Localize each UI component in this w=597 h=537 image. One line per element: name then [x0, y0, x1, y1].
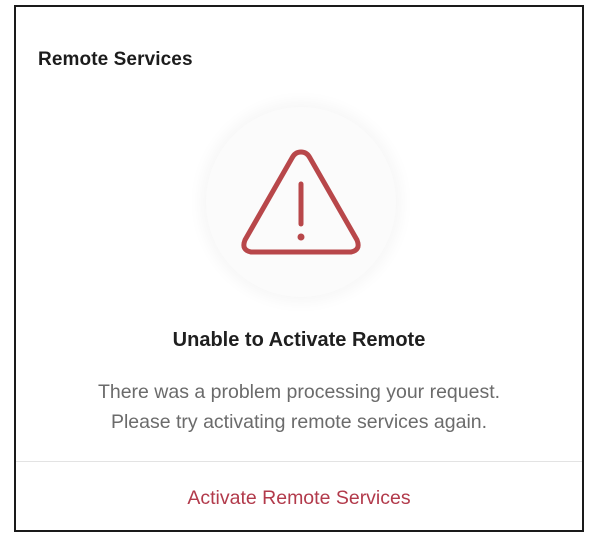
- warning-triangle-icon: [241, 149, 361, 255]
- error-message-line-1: There was a problem processing your requ…: [97, 381, 501, 403]
- divider: [16, 461, 582, 462]
- remote-services-card: Remote Services Unable to Activate Remot…: [14, 5, 584, 532]
- activate-remote-services-button[interactable]: Activate Remote Services: [16, 463, 582, 530]
- card-title: Remote Services: [38, 49, 193, 70]
- icon-circle: [206, 107, 396, 297]
- error-message: There was a problem processing your requ…: [16, 377, 582, 437]
- error-message-line-2: Please try activating remote services ag…: [110, 411, 488, 433]
- error-heading: Unable to Activate Remote: [172, 329, 426, 351]
